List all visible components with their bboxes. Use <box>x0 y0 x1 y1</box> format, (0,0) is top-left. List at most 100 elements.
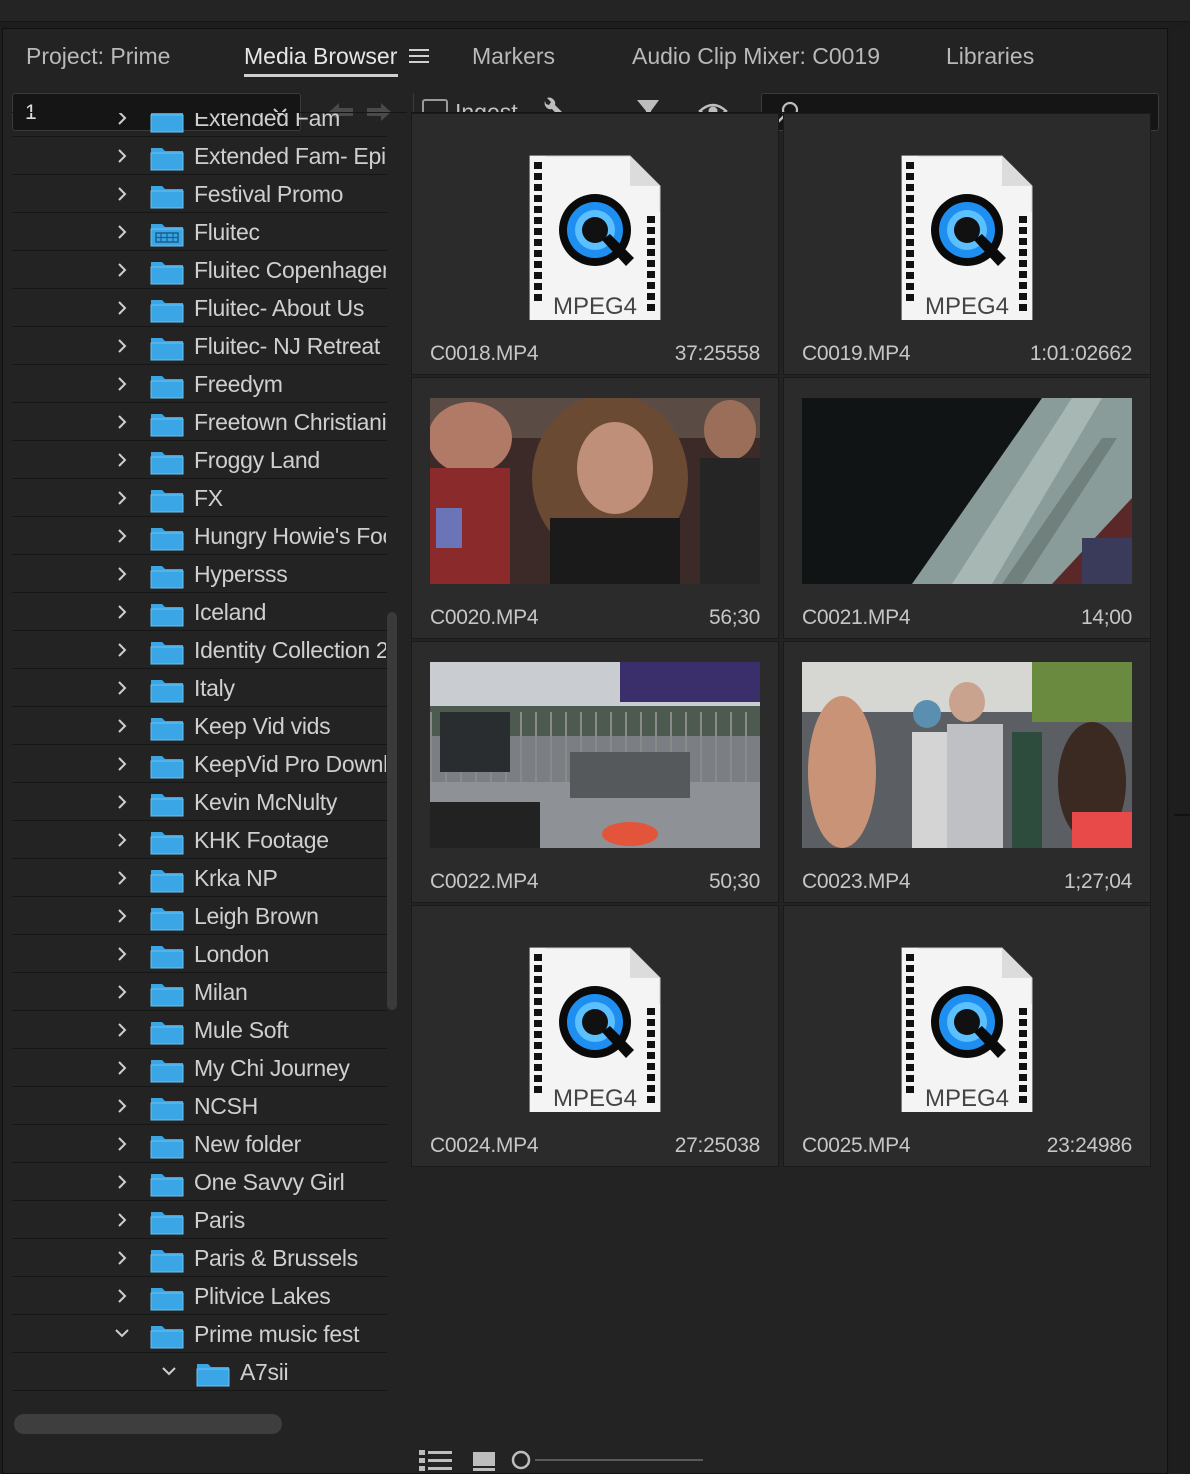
chevron-right-icon[interactable] <box>115 1135 129 1153</box>
tree-row[interactable]: Identity Collection 2 <box>12 631 387 669</box>
tree-row[interactable]: New folder <box>12 1125 387 1163</box>
tree-row[interactable]: Iceland <box>12 593 387 631</box>
chevron-right-icon[interactable] <box>115 1173 129 1191</box>
window-top-strip <box>0 0 1190 22</box>
chevron-right-icon[interactable] <box>115 717 129 735</box>
chevron-right-icon[interactable] <box>115 413 129 431</box>
panel-menu-icon[interactable] <box>409 49 429 65</box>
chevron-right-icon[interactable] <box>115 527 129 545</box>
chevron-right-icon[interactable] <box>115 185 129 203</box>
clip-tile[interactable]: MPEG4 C0025.MP4 23:24986 <box>783 905 1151 1167</box>
chevron-right-icon[interactable] <box>115 1059 129 1077</box>
clip-tile[interactable]: C0020.MP4 56;30 <box>411 377 779 639</box>
tree-row[interactable]: FX <box>12 479 387 517</box>
tree-row[interactable]: Keep Vid vids <box>12 707 387 745</box>
chevron-right-icon[interactable] <box>115 679 129 697</box>
tree-row[interactable]: Hungry Howie's Food <box>12 517 387 555</box>
list-view-icon[interactable] <box>419 1450 452 1471</box>
tree-vertical-scrollbar[interactable] <box>387 612 397 1010</box>
tree-row[interactable]: Extended Fam <box>12 112 387 137</box>
chevron-right-icon[interactable] <box>115 489 129 507</box>
tree-row[interactable]: KeepVid Pro Downloads <box>12 745 387 783</box>
tree-row[interactable]: My Chi Journey <box>12 1049 387 1087</box>
chevron-right-icon[interactable] <box>115 755 129 773</box>
video-thumbnail <box>430 398 760 584</box>
chevron-right-icon[interactable] <box>115 1249 129 1267</box>
tree-row[interactable]: Froggy Land <box>12 441 387 479</box>
chevron-right-icon[interactable] <box>115 337 129 355</box>
clip-tile[interactable]: MPEG4 C0018.MP4 37:25558 <box>411 113 779 375</box>
chevron-right-icon[interactable] <box>115 451 129 469</box>
tree-row[interactable]: Mule Soft <box>12 1011 387 1049</box>
clip-tile[interactable]: C0022.MP4 50;30 <box>411 641 779 903</box>
chevron-right-icon[interactable] <box>115 1021 129 1039</box>
tree-item-label: Freetown Christiania <box>194 409 386 435</box>
chevron-right-icon[interactable] <box>115 112 129 127</box>
tree-row[interactable]: Hypersss <box>12 555 387 593</box>
clip-tile[interactable]: MPEG4 C0019.MP4 1:01:02662 <box>783 113 1151 375</box>
tree-row[interactable]: Fluitec- About Us <box>12 289 387 327</box>
folder-icon <box>150 832 184 855</box>
tab-audio-clip-mixer[interactable]: Audio Clip Mixer: C0019 <box>632 43 880 70</box>
clip-filename: C0020.MP4 <box>430 606 539 629</box>
clip-tile[interactable]: C0023.MP4 1;27;04 <box>783 641 1151 903</box>
chevron-right-icon[interactable] <box>115 1097 129 1115</box>
tree-row[interactable]: Milan <box>12 973 387 1011</box>
clip-tile[interactable]: MPEG4 C0024.MP4 27:25038 <box>411 905 779 1167</box>
chevron-right-icon[interactable] <box>115 147 129 165</box>
chevron-right-icon[interactable] <box>115 603 129 621</box>
clip-tile[interactable]: C0021.MP4 14;00 <box>783 377 1151 639</box>
tree-row[interactable]: A7sii <box>12 1353 387 1391</box>
chevron-right-icon[interactable] <box>115 565 129 583</box>
icon-view-icon[interactable] <box>473 1452 495 1471</box>
tree-row[interactable]: Kevin McNulty <box>12 783 387 821</box>
chevron-right-icon[interactable] <box>115 945 129 963</box>
tree-row[interactable]: Prime music fest <box>12 1315 387 1353</box>
tree-item-label: Froggy Land <box>194 447 320 473</box>
tree-row[interactable]: London <box>12 935 387 973</box>
tree-row[interactable]: Krka NP <box>12 859 387 897</box>
tree-row[interactable]: KHK Footage <box>12 821 387 859</box>
tree-item-label: New folder <box>194 1131 301 1157</box>
tree-item-label: KeepVid Pro Downloads <box>194 751 386 777</box>
chevron-right-icon[interactable] <box>115 261 129 279</box>
chevron-right-icon[interactable] <box>115 793 129 811</box>
tree-row[interactable]: Freetown Christiania <box>12 403 387 441</box>
tree-horizontal-scrollbar[interactable] <box>14 1414 282 1434</box>
zoom-slider-track[interactable] <box>535 1459 703 1461</box>
tab-markers[interactable]: Markers <box>472 43 555 70</box>
chevron-right-icon[interactable] <box>115 641 129 659</box>
chevron-right-icon[interactable] <box>115 299 129 317</box>
tree-row[interactable]: Fluitec Copenhagen <box>12 251 387 289</box>
chevron-down-icon[interactable] <box>115 1325 129 1343</box>
tree-row[interactable]: One Savvy Girl <box>12 1163 387 1201</box>
chevron-right-icon[interactable] <box>115 223 129 241</box>
tree-row[interactable]: Festival Promo <box>12 175 387 213</box>
tree-row[interactable]: Leigh Brown <box>12 897 387 935</box>
chevron-right-icon[interactable] <box>115 831 129 849</box>
chevron-right-icon[interactable] <box>115 375 129 393</box>
zoom-slider-handle[interactable] <box>511 1450 531 1470</box>
tab-project[interactable]: Project: Prime <box>26 43 170 70</box>
tree-row[interactable]: Fluitec- NJ Retreat <box>12 327 387 365</box>
folder-icon <box>150 604 184 627</box>
folder-icon <box>150 908 184 931</box>
tree-row[interactable]: Paris <box>12 1201 387 1239</box>
chevron-right-icon[interactable] <box>115 1211 129 1229</box>
tree-row[interactable]: Italy <box>12 669 387 707</box>
tab-libraries[interactable]: Libraries <box>946 43 1034 70</box>
chevron-right-icon[interactable] <box>115 983 129 1001</box>
chevron-right-icon[interactable] <box>115 869 129 887</box>
tree-row[interactable]: Extended Fam- Episode <box>12 137 387 175</box>
tree-row[interactable]: Paris & Brussels <box>12 1239 387 1277</box>
chevron-right-icon[interactable] <box>115 1287 129 1305</box>
tree-row[interactable]: Fluitec <box>12 213 387 251</box>
tree-row[interactable]: NCSH <box>12 1087 387 1125</box>
chevron-down-icon[interactable] <box>162 1363 176 1381</box>
tree-item-label: Paris & Brussels <box>194 1245 358 1271</box>
chevron-right-icon[interactable] <box>115 907 129 925</box>
tree-row[interactable]: Freedym <box>12 365 387 403</box>
folder-icon <box>150 870 184 893</box>
tab-media-browser[interactable]: Media Browser <box>244 43 397 70</box>
tree-row[interactable]: Plitvice Lakes <box>12 1277 387 1315</box>
